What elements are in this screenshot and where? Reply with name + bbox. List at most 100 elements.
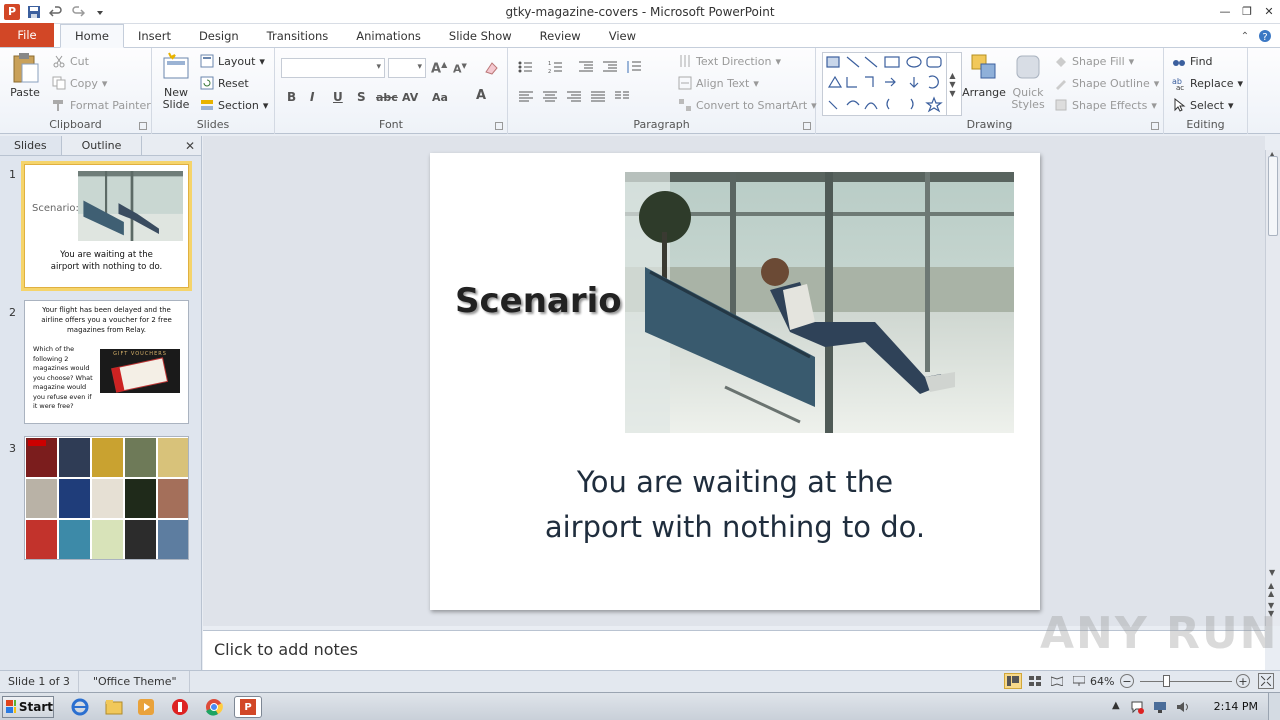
change-case-button[interactable]: Aa: [432, 91, 448, 104]
volume-icon[interactable]: [1176, 700, 1190, 717]
media-player-icon[interactable]: [136, 697, 156, 717]
pane-tab-outline[interactable]: Outline: [62, 136, 143, 155]
airport-photo[interactable]: [625, 172, 1014, 433]
line-spacing-icon[interactable]: [626, 60, 642, 77]
zoom-in-icon[interactable]: +: [1236, 674, 1250, 688]
show-desktop-button[interactable]: [1268, 693, 1280, 720]
paste-button[interactable]: Paste: [6, 52, 44, 99]
drawing-launcher-icon[interactable]: [1151, 122, 1159, 130]
maximize-button[interactable]: ❐: [1236, 0, 1258, 22]
font-name-combo[interactable]: ▾: [281, 58, 385, 78]
zoom-slider[interactable]: [1140, 681, 1232, 682]
convert-smartart-button[interactable]: Convert to SmartArt ▾: [678, 98, 817, 112]
next-slide-icon[interactable]: ▼ ▼: [1268, 602, 1274, 618]
grow-font-icon[interactable]: A▲: [431, 60, 447, 76]
character-spacing-button[interactable]: AV: [402, 91, 418, 104]
align-center-icon[interactable]: [542, 90, 558, 107]
slide-canvas[interactable]: Scenario: You are waiting at the airport…: [430, 153, 1040, 610]
internet-explorer-icon[interactable]: [70, 697, 90, 717]
powerpoint-taskbar-button[interactable]: P: [234, 696, 262, 718]
undo-icon[interactable]: [48, 4, 64, 20]
slide-show-view-icon[interactable]: [1070, 673, 1088, 689]
notes-placeholder[interactable]: Click to add notes: [214, 640, 358, 659]
tab-view[interactable]: View: [595, 25, 650, 47]
slide-heading[interactable]: Scenario:: [455, 281, 635, 321]
taskbar-clock[interactable]: 2:14 PM: [1214, 700, 1258, 713]
antivirus-icon[interactable]: [170, 697, 190, 717]
slide-thumbnail-1[interactable]: Scenario: You are waiting at the airport…: [21, 161, 192, 291]
shrink-font-icon[interactable]: A▼: [453, 62, 467, 76]
tab-slide-show[interactable]: Slide Show: [435, 25, 526, 47]
zoom-out-icon[interactable]: −: [1120, 674, 1134, 688]
vertical-scrollbar[interactable]: ▲ ▼ ▲ ▲ ▼ ▼: [1265, 150, 1280, 626]
chrome-icon[interactable]: [204, 697, 224, 717]
align-right-icon[interactable]: [566, 90, 582, 107]
reading-view-icon[interactable]: [1048, 673, 1066, 689]
shadow-button[interactable]: S: [357, 90, 366, 104]
file-explorer-icon[interactable]: [104, 697, 124, 717]
find-button[interactable]: Find: [1172, 54, 1213, 68]
bold-button[interactable]: B: [287, 90, 296, 104]
tab-review[interactable]: Review: [526, 25, 595, 47]
layout-button[interactable]: Layout ▾: [200, 54, 265, 68]
tab-transitions[interactable]: Transitions: [253, 25, 343, 47]
font-launcher-icon[interactable]: [495, 122, 503, 130]
customize-qat-icon[interactable]: [92, 4, 108, 20]
previous-slide-icon[interactable]: ▲ ▲: [1268, 582, 1274, 598]
scrollbar-thumb[interactable]: [1268, 156, 1278, 236]
tab-file[interactable]: File: [0, 23, 54, 47]
action-center-icon[interactable]: [1130, 700, 1144, 717]
text-direction-button[interactable]: Text Direction ▾: [678, 54, 781, 68]
save-icon[interactable]: [26, 4, 42, 20]
font-size-combo[interactable]: ▾: [388, 58, 426, 78]
paragraph-launcher-icon[interactable]: [803, 122, 811, 130]
numbering-icon[interactable]: 12: [548, 60, 570, 77]
theme-name[interactable]: "Office Theme": [79, 670, 190, 693]
align-left-icon[interactable]: [518, 90, 534, 107]
reset-button[interactable]: Reset: [200, 76, 249, 90]
cut-button[interactable]: Cut: [52, 54, 89, 68]
arrange-button[interactable]: Arrange: [962, 52, 1006, 99]
close-button[interactable]: ✕: [1258, 0, 1280, 22]
tab-home[interactable]: Home: [60, 24, 124, 48]
minimize-button[interactable]: —: [1214, 0, 1236, 22]
columns-icon[interactable]: [614, 90, 630, 107]
network-icon[interactable]: [1153, 700, 1167, 717]
select-button[interactable]: Select ▾: [1172, 97, 1233, 112]
underline-button[interactable]: U: [333, 90, 343, 104]
zoom-slider-handle[interactable]: [1163, 675, 1170, 687]
bullets-icon[interactable]: [518, 60, 540, 77]
shape-outline-button[interactable]: Shape Outline ▾: [1054, 76, 1159, 90]
pane-tab-slides[interactable]: Slides: [0, 136, 62, 155]
italic-button[interactable]: I: [310, 90, 314, 104]
justify-icon[interactable]: [590, 90, 606, 107]
tab-animations[interactable]: Animations: [342, 25, 435, 47]
notes-pane[interactable]: Click to add notes: [203, 630, 1265, 670]
strikethrough-button[interactable]: abc: [376, 91, 398, 104]
new-slide-button[interactable]: New Slide: [158, 52, 194, 111]
clipboard-launcher-icon[interactable]: [139, 122, 147, 130]
decrease-indent-icon[interactable]: [578, 60, 594, 77]
font-color-button[interactable]: A: [476, 88, 486, 103]
normal-view-icon[interactable]: [1004, 673, 1022, 689]
increase-indent-icon[interactable]: [602, 60, 618, 77]
slide-thumbnail-3[interactable]: [24, 436, 189, 560]
section-button[interactable]: Section ▾: [200, 98, 268, 112]
zoom-level[interactable]: 64%: [1090, 675, 1114, 688]
shape-effects-button[interactable]: Shape Effects ▾: [1054, 98, 1157, 112]
shapes-gallery[interactable]: [822, 52, 962, 116]
format-painter-button[interactable]: Format Painter: [52, 98, 151, 112]
tab-insert[interactable]: Insert: [124, 25, 185, 47]
minimize-ribbon-icon[interactable]: ⌃: [1238, 29, 1252, 43]
copy-button[interactable]: Copy ▾: [52, 76, 107, 90]
redo-icon[interactable]: [70, 4, 86, 20]
quick-styles-button[interactable]: Quick Styles: [1008, 52, 1048, 111]
powerpoint-app-icon[interactable]: P: [4, 3, 20, 20]
tray-expand-icon[interactable]: ▲: [1112, 700, 1120, 711]
align-text-button[interactable]: Align Text ▾: [678, 76, 759, 90]
shapes-gallery-scroll[interactable]: ▲ ▼ ▼: [946, 52, 958, 116]
scroll-down-icon[interactable]: ▼: [1269, 568, 1275, 577]
clear-formatting-icon[interactable]: [483, 60, 499, 79]
close-pane-icon[interactable]: ✕: [185, 139, 195, 153]
slide-thumbnail-2[interactable]: Your flight has been delayed and the air…: [24, 300, 189, 424]
